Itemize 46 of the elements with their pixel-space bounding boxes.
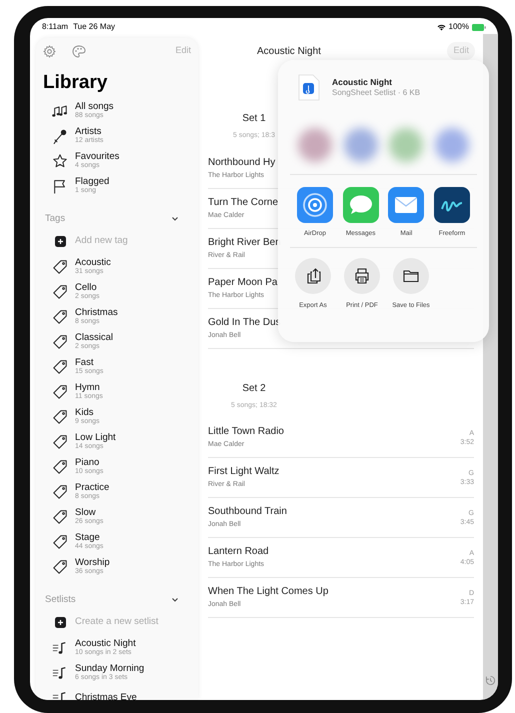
file-name: Acoustic Night	[332, 78, 393, 86]
set-title: Set 2	[242, 382, 266, 396]
microphone-icon	[52, 128, 68, 144]
file-info: SongSheet Setlist · 6 KB	[332, 89, 420, 98]
tag-icon	[52, 508, 68, 524]
setlist-title: Acoustic Night	[257, 44, 321, 58]
star-icon	[52, 152, 68, 168]
plus-icon	[54, 617, 66, 628]
tag-icon	[52, 334, 68, 350]
blurred-contact-placeholder	[434, 128, 469, 162]
setlist-icon	[52, 640, 68, 656]
blurred-contact-placeholder	[344, 128, 378, 162]
blurred-contact-placeholder	[298, 128, 332, 162]
plus-icon	[54, 236, 66, 247]
airdrop-icon	[297, 187, 333, 223]
music-notes-icon	[52, 102, 68, 118]
tag-icon	[52, 384, 68, 400]
tag-icon	[52, 358, 68, 374]
document-icon	[298, 74, 320, 101]
battery-icon	[472, 24, 486, 30]
battery-percentage: 100%	[448, 21, 469, 33]
sidebar-item[interactable]: Christmas Eve	[43, 685, 191, 700]
flag-icon	[52, 178, 68, 194]
settings-icon	[43, 44, 56, 58]
printer-icon	[353, 266, 371, 285]
tag-icon	[52, 484, 68, 500]
palette-icon	[72, 44, 86, 58]
scribble-icon	[434, 187, 470, 223]
history-icon	[485, 675, 496, 686]
blurred-contact-placeholder	[389, 128, 424, 162]
tag-icon	[52, 534, 68, 550]
sidebar-title: Library	[43, 72, 108, 94]
tag-icon	[52, 284, 68, 300]
status-date: Tue 26 May	[73, 21, 116, 33]
tag-icon	[52, 458, 68, 474]
tag-icon	[52, 408, 68, 424]
tag-icon	[52, 308, 68, 324]
envelope-icon	[388, 187, 424, 223]
tag-icon	[52, 434, 68, 450]
status-time: 8:11am	[42, 21, 68, 33]
wifi-icon	[436, 24, 446, 30]
set-title: Set 1	[242, 112, 266, 126]
tag-icon	[52, 258, 68, 274]
setlist-icon	[52, 664, 68, 680]
speech-bubble-icon	[342, 187, 379, 223]
tag-icon	[52, 558, 68, 574]
